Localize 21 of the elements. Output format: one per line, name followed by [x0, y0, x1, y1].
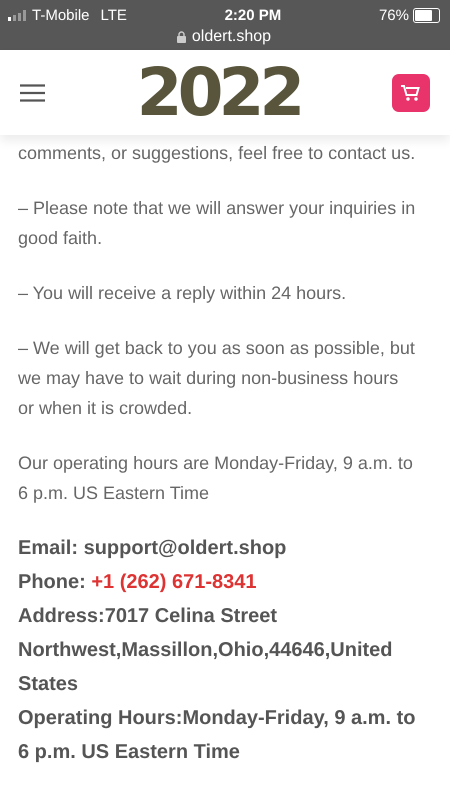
- body-paragraph: Our operating hours are Monday-Friday, 9 a.m. to 6 p.m. US Eastern Time: [18, 452, 414, 505]
- network-type: LTE: [100, 6, 127, 24]
- signal-icon: [8, 10, 27, 20]
- battery-percent: 76%: [378, 6, 409, 24]
- cart-icon: [400, 84, 421, 102]
- body-paragraph: comments, or suggestions, feel free to contact us.: [18, 142, 416, 165]
- carrier-name: T-Mobile: [32, 6, 90, 24]
- url-text[interactable]: oldert.shop: [192, 28, 272, 46]
- body-paragraph: – You will receive a reply within 24 hours.: [18, 282, 348, 305]
- clock-time: 2:20 PM: [224, 6, 282, 24]
- site-logo[interactable]: 2022: [136, 60, 300, 126]
- contact-line: Address:7017 Celina Street Northwest,Massillon,Ohio,44646,United States: [18, 604, 394, 697]
- lock-icon: [176, 31, 186, 43]
- menu-icon[interactable]: [20, 84, 45, 102]
- contact-line: Operating Hours:Monday-Friday, 9 a.m. to 6 p.m. US Eastern Time: [18, 706, 416, 765]
- phone-link[interactable]: +1 (262) 671-8341: [91, 571, 256, 593]
- contact-line: Email: support@oldert.shop: [18, 536, 288, 561]
- body-paragraph: – We will get back to you as soon as possible, but we may have to wait during non-business hours or when it is crowded.: [18, 337, 416, 420]
- body-paragraph: – Please note that we will answer your inquiries in good faith.: [18, 197, 416, 250]
- contact-label: Phone:: [18, 571, 87, 593]
- cart-button[interactable]: [392, 74, 430, 112]
